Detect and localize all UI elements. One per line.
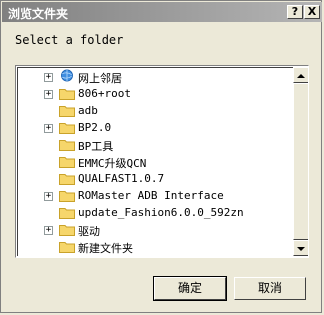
folder-icon <box>59 174 75 185</box>
expand-icon[interactable]: + <box>44 124 53 133</box>
expand-icon[interactable]: + <box>44 73 53 82</box>
tree-item-label: 新建文件夹 <box>78 242 133 255</box>
folder-icon <box>59 242 75 253</box>
window-title: 浏览文件夹 <box>8 7 69 21</box>
tree-item-label: BP2.0 <box>78 121 112 134</box>
folder-icon <box>59 225 75 236</box>
folder-icon <box>59 140 75 151</box>
folder-icon <box>59 208 75 219</box>
expand-icon[interactable]: + <box>44 90 53 99</box>
tree-item-label: adb <box>78 104 98 117</box>
vertical-scrollbar[interactable] <box>293 67 308 256</box>
tree-item-label: 驱动 <box>78 225 100 238</box>
scroll-thumb[interactable] <box>293 83 308 240</box>
arrow-down-icon <box>297 247 305 251</box>
tree-item-label: 网上邻居 <box>78 72 122 85</box>
folder-icon <box>59 191 75 202</box>
tree-item-label: EMMC升级QCN <box>78 157 147 170</box>
ok-button[interactable]: 确定 <box>153 276 227 301</box>
folder-icon <box>59 157 75 168</box>
tree-item-label: BP工具 <box>78 140 114 153</box>
tree-item-label: 806+root <box>78 87 131 100</box>
title-bar[interactable]: 浏览文件夹 ? X <box>2 2 322 22</box>
scroll-up-button[interactable] <box>293 67 308 83</box>
expand-icon[interactable]: + <box>44 192 53 201</box>
arrow-up-icon <box>297 74 305 78</box>
folder-icon <box>59 123 75 134</box>
help-button[interactable]: ? <box>287 5 303 19</box>
cancel-button[interactable]: 取消 <box>234 277 306 300</box>
network-places-icon <box>61 69 73 82</box>
expand-icon[interactable]: + <box>44 226 53 235</box>
tree-item-label: ROMaster ADB Interface <box>78 189 224 202</box>
tree-item-label: QUALFAST1.0.7 <box>78 172 165 185</box>
close-button[interactable]: X <box>304 5 320 19</box>
tree-item-label: update_Fashion6.0.0_592zn <box>78 206 244 219</box>
browse-folder-dialog: 浏览文件夹 ? X Select a folder + 网上邻居 + 806+r… <box>0 0 322 313</box>
prompt-text: Select a folder <box>15 33 124 47</box>
folder-icon <box>59 89 75 100</box>
folder-tree-list: + 网上邻居 + 806+root adb + BP2.0 BP工具 EMMC升… <box>17 67 293 256</box>
scroll-down-button[interactable] <box>293 240 308 256</box>
folder-tree: + 网上邻居 + 806+root adb + BP2.0 BP工具 EMMC升… <box>15 65 309 258</box>
folder-icon <box>59 106 75 117</box>
